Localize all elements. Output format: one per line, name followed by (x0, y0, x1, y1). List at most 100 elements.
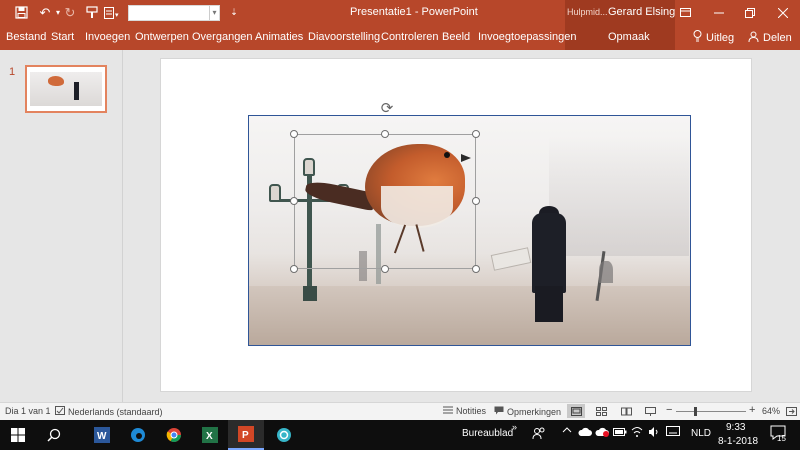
battery-icon[interactable] (613, 428, 627, 439)
browser-icon[interactable] (266, 420, 302, 450)
zoom-level[interactable]: 64% (762, 406, 780, 416)
tab-ontwerpen[interactable]: Ontwerpen (135, 31, 189, 43)
slide-number: 1 (9, 66, 16, 78)
proofing-icon (55, 406, 65, 417)
slideshow-icon[interactable] (641, 404, 659, 418)
user-name[interactable]: Gerard Elsing (608, 6, 675, 18)
minimize-icon[interactable] (702, 0, 736, 25)
customize-icon[interactable]: ⇣ (228, 0, 240, 25)
maximize-icon[interactable] (733, 0, 767, 25)
tab-beeld[interactable]: Beeld (442, 31, 470, 43)
zoom-out-button[interactable]: − (666, 404, 672, 416)
comments-label: Opmerkingen (507, 406, 562, 417)
resize-handle-left[interactable] (290, 197, 298, 205)
windows-taskbar: W X P Bureaublad » NLD 9:33 8-1-2018 15 (0, 420, 800, 450)
resize-handle-bottom-right[interactable] (472, 265, 480, 273)
reading-view-icon[interactable] (617, 404, 635, 418)
slide-thumbnail[interactable] (25, 65, 107, 113)
normal-view-icon[interactable] (567, 404, 585, 418)
photo-man-body (532, 213, 566, 293)
resize-handle-bottom[interactable] (381, 265, 389, 273)
comments-button[interactable]: Opmerkingen (494, 406, 561, 417)
quick-access-combo[interactable]: ▾ (128, 5, 220, 21)
search-icon[interactable] (36, 420, 72, 450)
clock-date[interactable]: 8-1-2018 (718, 436, 758, 447)
language-indicator[interactable]: Nederlands (standaard) (55, 406, 163, 417)
redo-icon[interactable]: ↻ (62, 0, 78, 25)
combo-dropdown-icon[interactable]: ▾ (209, 6, 219, 20)
edge-icon[interactable] (120, 420, 156, 450)
cloud-icon[interactable] (578, 427, 592, 440)
resize-handle-top[interactable] (381, 130, 389, 138)
tab-animaties[interactable]: Animaties (255, 31, 303, 43)
fit-to-window-icon[interactable] (782, 404, 800, 418)
tab-overgangen[interactable]: Overgangen (192, 31, 253, 43)
desktop-toolbar-label[interactable]: Bureaublad (462, 428, 513, 439)
save-icon[interactable] (10, 0, 32, 25)
notification-count: 15 (777, 434, 786, 443)
photo-bench-person (599, 261, 613, 283)
ribbon-display-icon[interactable] (668, 0, 702, 25)
tab-invoegtoepassingen[interactable]: Invoegtoepassingen (478, 31, 576, 43)
toolbar-expand-icon[interactable]: » (512, 422, 517, 432)
wifi-icon[interactable] (631, 426, 643, 441)
clock-time[interactable]: 9:33 (726, 422, 745, 433)
tab-diavoorstelling[interactable]: Diavoorstelling (308, 31, 380, 43)
excel-icon[interactable]: X (192, 420, 228, 450)
quick-access-more-icon[interactable]: ▾ (101, 0, 123, 25)
svg-text:▾: ▾ (115, 11, 119, 19)
lightbulb-icon (693, 30, 702, 45)
tab-start[interactable]: Start (51, 31, 74, 43)
resize-handle-bottom-left[interactable] (290, 265, 298, 273)
notes-label: Notities (456, 406, 487, 416)
undo-icon[interactable]: ↶ (35, 0, 55, 25)
photo-buildings (549, 136, 689, 256)
people-icon[interactable] (532, 426, 546, 443)
close-icon[interactable] (766, 0, 800, 25)
resize-handle-top-left[interactable] (290, 130, 298, 138)
thumbnail-bird (48, 76, 64, 86)
photo-man-legs (535, 286, 563, 322)
tell-me-label: Uitleg (706, 31, 735, 44)
tray-chevron-icon[interactable] (562, 426, 572, 437)
selection-frame[interactable] (294, 134, 476, 269)
resize-handle-top-right[interactable] (472, 130, 480, 138)
photo-lamp-base (303, 286, 317, 301)
svg-text:P: P (242, 430, 249, 441)
format-painter-icon[interactable] (83, 0, 101, 25)
zoom-slider-thumb[interactable] (694, 407, 697, 416)
thumbnail-image (30, 72, 102, 106)
notes-icon (443, 406, 453, 416)
share-label: Delen (763, 32, 792, 44)
alert-cloud-icon[interactable] (595, 427, 609, 440)
comment-icon (494, 406, 504, 417)
status-bar: Dia 1 van 1 Nederlands (standaard) Notit… (0, 402, 800, 420)
svg-text:X: X (206, 431, 213, 442)
input-language[interactable]: NLD (691, 428, 711, 439)
tab-bestand[interactable]: Bestand (6, 31, 46, 43)
keyboard-icon[interactable] (666, 426, 680, 439)
resize-handle-right[interactable] (472, 197, 480, 205)
slide-sorter-icon[interactable] (592, 404, 610, 418)
ribbon-tabs: Bestand Start Invoegen Ontwerpen Overgan… (0, 25, 800, 50)
window-title: Presentatie1 - PowerPoint (350, 6, 478, 18)
person-icon (748, 31, 759, 45)
word-icon[interactable]: W (84, 420, 120, 450)
powerpoint-icon[interactable]: P (228, 420, 264, 450)
svg-text:W: W (97, 431, 107, 442)
tab-invoegen[interactable]: Invoegen (85, 31, 130, 43)
volume-icon[interactable] (648, 426, 660, 441)
chrome-icon[interactable] (156, 420, 192, 450)
zoom-slider[interactable] (676, 411, 746, 412)
photo-newspaper (490, 247, 532, 271)
windows-start-icon[interactable] (0, 420, 36, 450)
title-bar: ↶ ▾ ↻ ▾ ▾ ⇣ Presentatie1 - PowerPoint Hu… (0, 0, 800, 25)
tab-controleren[interactable]: Controleren (381, 31, 438, 43)
rotate-handle-icon[interactable]: ⟳ (378, 100, 396, 118)
photo-lamp-left (269, 184, 281, 202)
tell-me-button[interactable]: Uitleg (693, 30, 734, 45)
tab-opmaak[interactable]: Opmaak (608, 31, 650, 43)
share-button[interactable]: Delen (745, 28, 797, 48)
zoom-in-button[interactable]: + (749, 404, 755, 416)
notes-button[interactable]: Notities (443, 406, 486, 416)
